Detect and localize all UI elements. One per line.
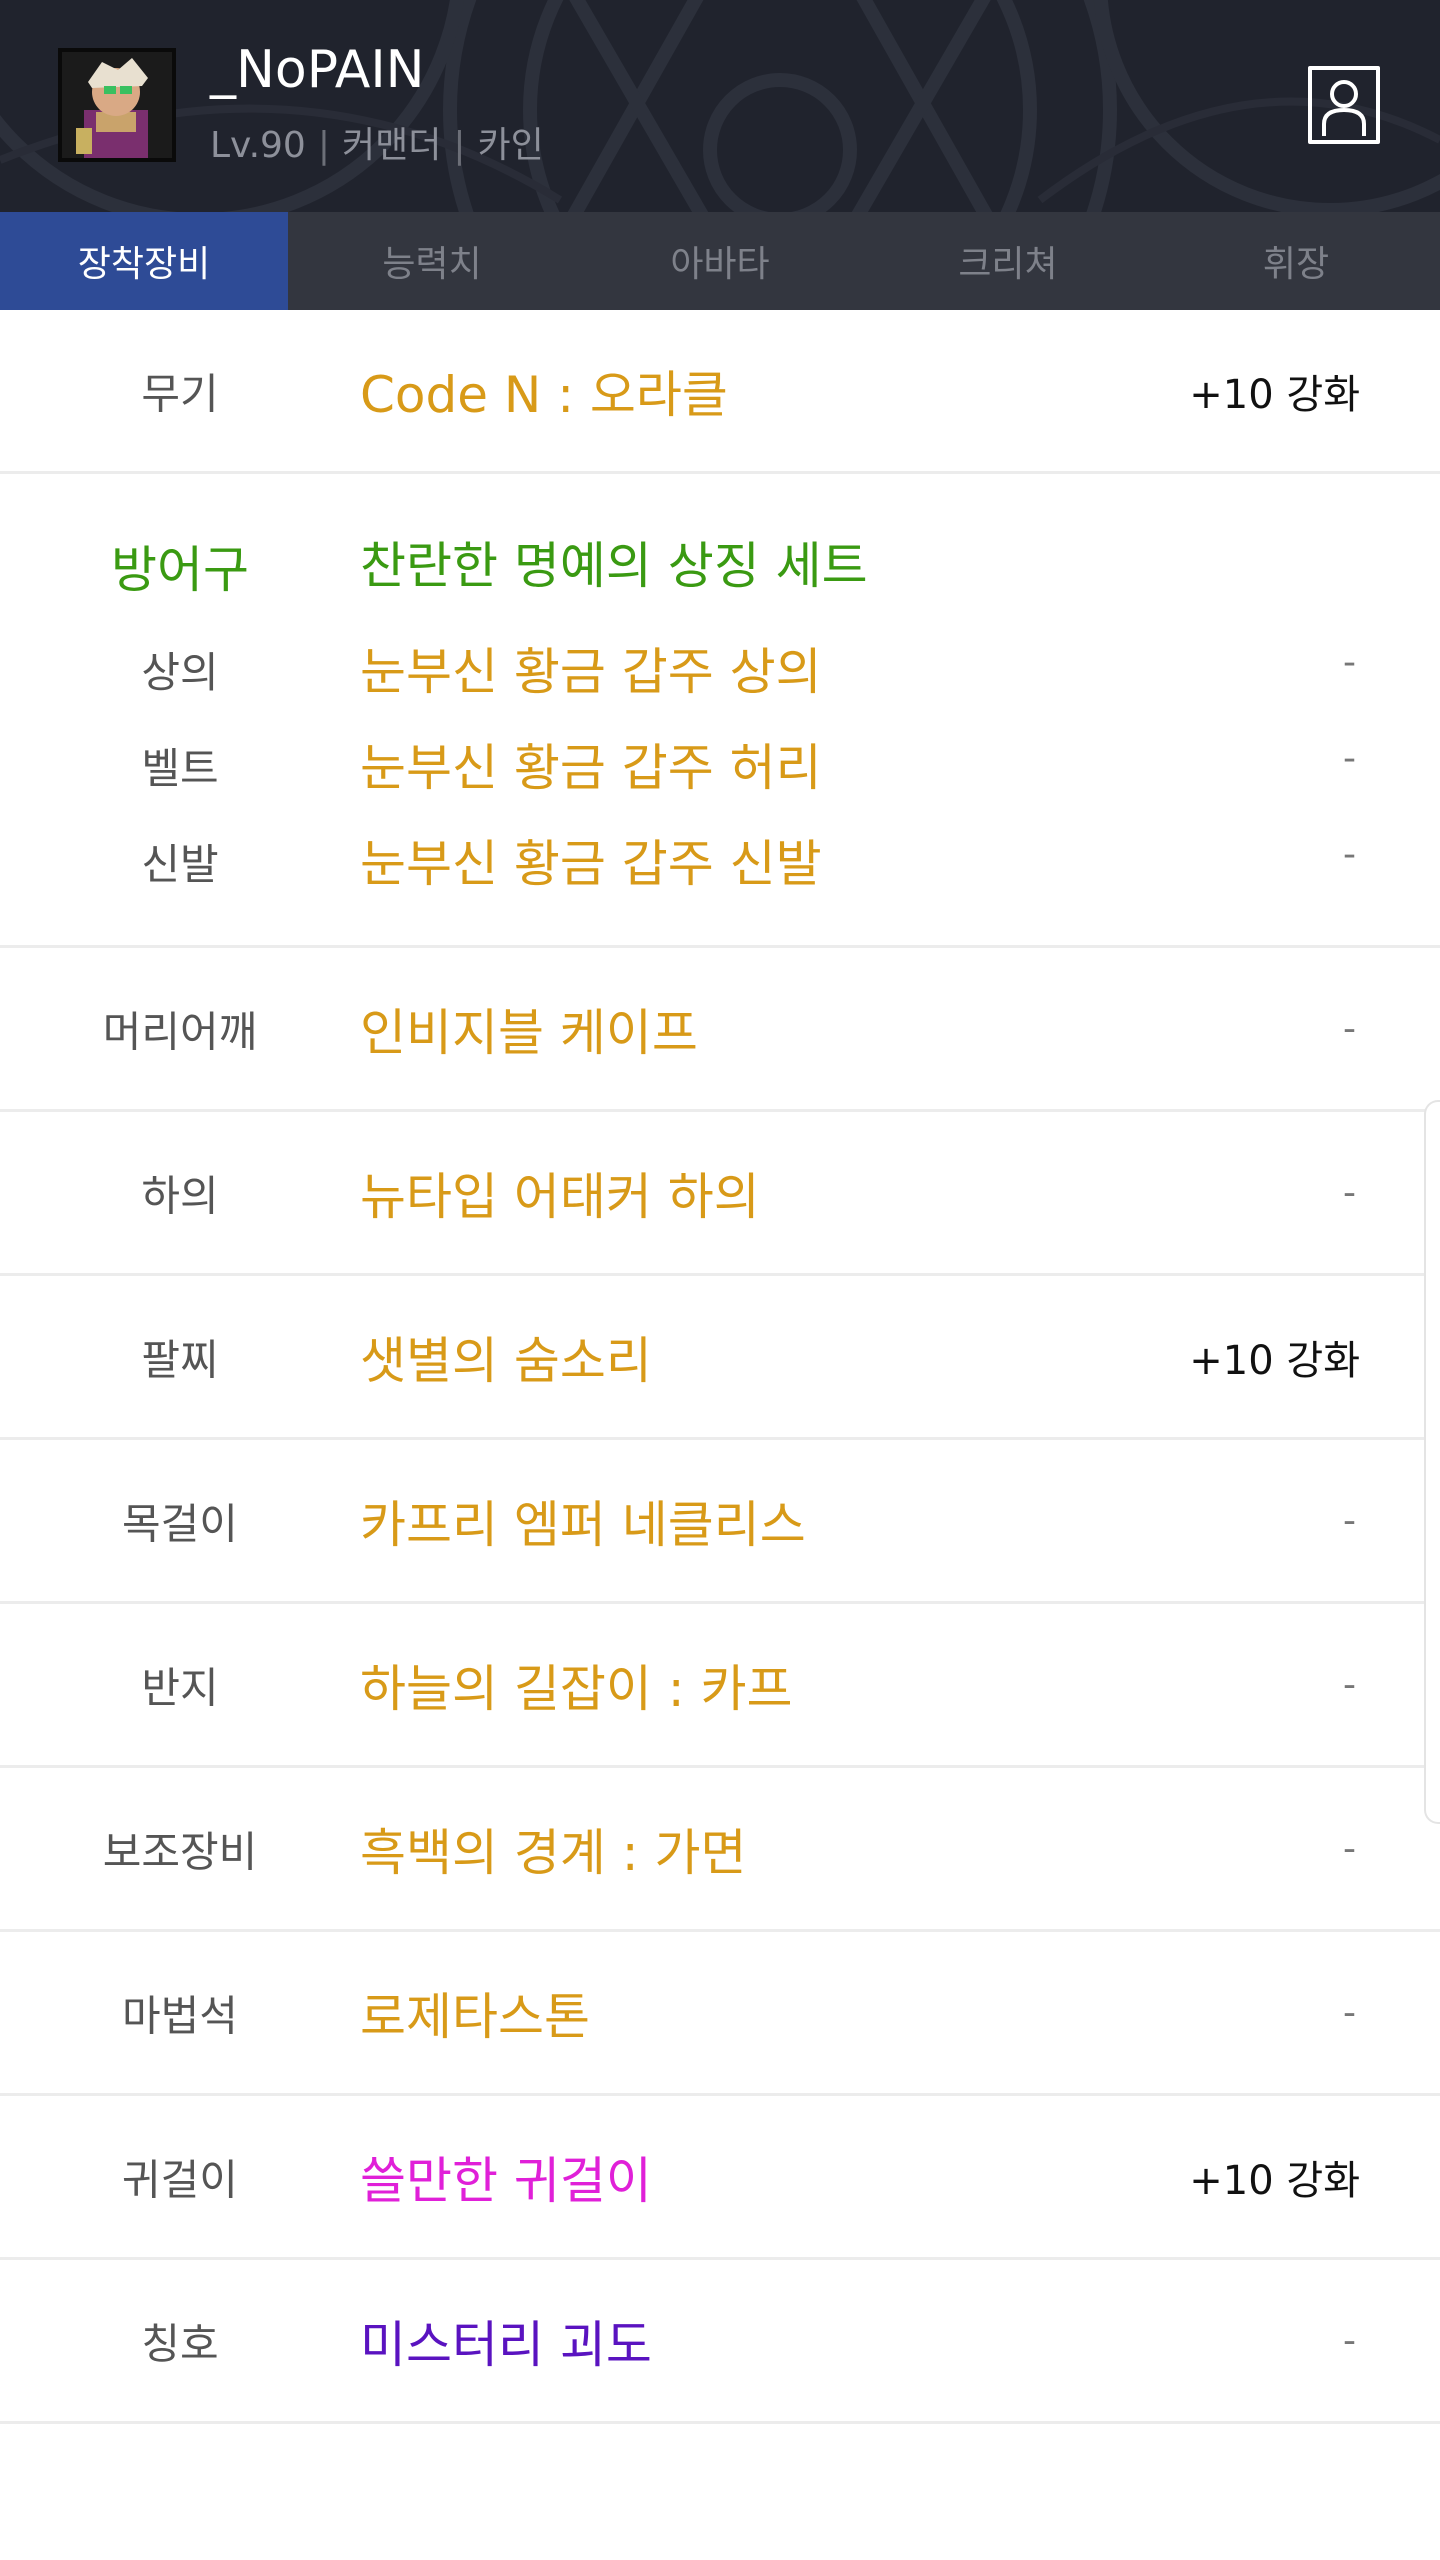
slot-label: 마법석 <box>122 1991 238 2040</box>
enhance-value: - <box>1343 738 1356 779</box>
slot-label: 상의 <box>141 648 219 697</box>
character-portrait-icon <box>62 52 172 158</box>
character-server: 카인 <box>477 125 544 166</box>
item-name: 쓸만한 귀걸이 <box>360 2151 652 2210</box>
item-name: 흑백의 경계 : 가면 <box>360 1823 747 1882</box>
equipment-row-support[interactable]: 보조장비 흑백의 경계 : 가면 - <box>0 1768 1440 1932</box>
character-avatar <box>58 48 176 162</box>
enhance-value: - <box>1343 2320 1356 2361</box>
armor-set-block[interactable]: 방어구 찬란한 명예의 상징 세트 상의 눈부신 황금 갑주 상의 - 벨트 눈… <box>0 474 1440 948</box>
enhance-value: +10 강화 <box>1189 371 1360 418</box>
info-separator: | <box>453 125 466 166</box>
character-info: Lv.90 | 커맨더 | 카인 <box>210 116 544 168</box>
slot-label: 목걸이 <box>122 1499 238 1548</box>
enhance-value: - <box>1343 1008 1356 1049</box>
enhance-value: - <box>1343 1500 1356 1541</box>
profile-header: _NoPAIN Lv.90 | 커맨더 | 카인 <box>0 0 1440 212</box>
slot-label: 귀걸이 <box>122 2155 238 2204</box>
equipment-row-ring[interactable]: 반지 하늘의 길잡이 : 카프 - <box>0 1604 1440 1768</box>
equipment-row-necklace[interactable]: 목걸이 카프리 엠퍼 네클리스 - <box>0 1440 1440 1604</box>
equipment-row-title[interactable]: 칭호 미스터리 괴도 - <box>0 2260 1440 2424</box>
item-name: 뉴타입 어태커 하의 <box>360 1167 760 1226</box>
equipment-row-weapon[interactable]: 무기 Code N : 오라클 +10 강화 <box>0 310 1440 474</box>
slot-label: 팔찌 <box>141 1335 219 1384</box>
item-name: 눈부신 황금 갑주 상의 <box>360 643 822 701</box>
armor-set-name: 찬란한 명예의 상징 세트 <box>360 537 868 595</box>
enhance-value: - <box>1343 642 1356 683</box>
equipment-row-shoulder[interactable]: 머리어깨 인비지블 케이프 - <box>0 948 1440 1112</box>
slot-label: 하의 <box>141 1171 219 1220</box>
equipment-row-earring[interactable]: 귀걸이 쓸만한 귀걸이 +10 강화 <box>0 2096 1440 2260</box>
item-name: 로제타스톤 <box>360 1987 590 2046</box>
enhance-value: - <box>1343 1992 1356 2033</box>
slot-label: 무기 <box>141 369 219 418</box>
tab-equipment[interactable]: 장착장비 <box>0 212 288 310</box>
equipment-row-pants[interactable]: 하의 뉴타입 어태커 하의 - <box>0 1112 1440 1276</box>
character-name: _NoPAIN <box>210 40 425 100</box>
enhance-value: +10 강화 <box>1189 1337 1360 1384</box>
tab-creature[interactable]: 크리쳐 <box>864 212 1152 310</box>
slot-label: 칭호 <box>141 2319 219 2368</box>
character-level: Lv.90 <box>210 125 306 166</box>
enhance-value: - <box>1343 834 1356 875</box>
character-job: 커맨더 <box>341 125 442 166</box>
header-emblem-background <box>0 0 1440 212</box>
slot-label: 보조장비 <box>102 1827 258 1876</box>
equipment-list: 무기 Code N : 오라클 +10 강화 방어구 찬란한 명예의 상징 세트… <box>0 310 1440 2424</box>
profile-button[interactable] <box>1308 66 1380 144</box>
slot-label: 반지 <box>141 1663 219 1712</box>
item-name: 눈부신 황금 갑주 허리 <box>360 739 822 797</box>
item-name: 미스터리 괴도 <box>360 2315 652 2374</box>
item-name: 인비지블 케이프 <box>360 1003 698 1062</box>
enhance-value: +10 강화 <box>1189 2157 1360 2204</box>
tab-stats[interactable]: 능력치 <box>288 212 576 310</box>
tab-emblem[interactable]: 휘장 <box>1152 212 1440 310</box>
item-name: Code N : 오라클 <box>360 365 728 424</box>
armor-set-label: 방어구 <box>111 541 249 599</box>
item-name: 하늘의 길잡이 : 카프 <box>360 1659 793 1718</box>
equipment-row-bracelet[interactable]: 팔찌 샛별의 숨소리 +10 강화 <box>0 1276 1440 1440</box>
tab-bar: 장착장비 능력치 아바타 크리쳐 휘장 <box>0 212 1440 310</box>
slot-label: 머리어깨 <box>102 1007 258 1056</box>
equipment-row-magic-stone[interactable]: 마법석 로제타스톤 - <box>0 1932 1440 2096</box>
enhance-value: - <box>1343 1664 1356 1705</box>
tab-avatar[interactable]: 아바타 <box>576 212 864 310</box>
item-name: 샛별의 숨소리 <box>360 1331 652 1390</box>
enhance-value: - <box>1343 1828 1356 1869</box>
side-drawer-handle[interactable] <box>1424 1100 1440 1824</box>
slot-label: 벨트 <box>141 744 219 793</box>
item-name: 눈부신 황금 갑주 신발 <box>360 835 822 893</box>
info-separator: | <box>317 125 330 166</box>
enhance-value: - <box>1343 1172 1356 1213</box>
slot-label: 신발 <box>141 840 219 889</box>
item-name: 카프리 엠퍼 네클리스 <box>360 1495 806 1554</box>
user-profile-icon <box>1322 80 1366 136</box>
